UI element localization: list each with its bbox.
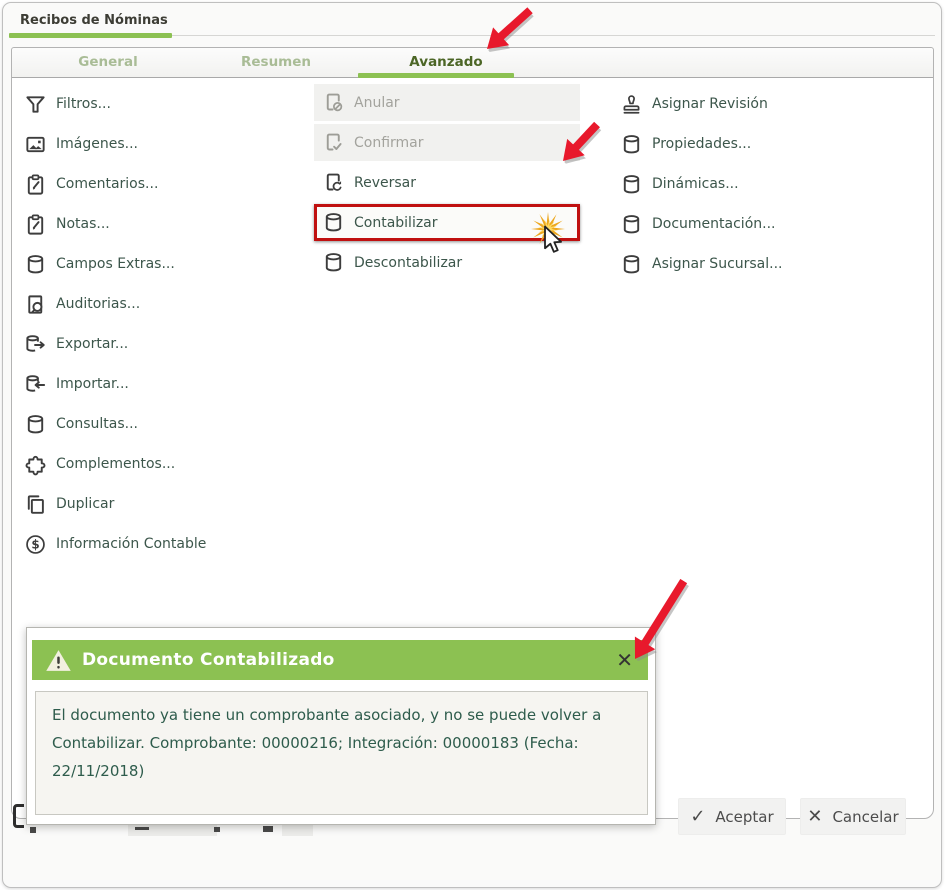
menu-item-complementos[interactable]: Complementos... (24, 444, 304, 484)
accept-button[interactable]: ✓ Aceptar (678, 798, 786, 835)
filter-icon (24, 93, 47, 116)
popup-title: Documento Contabilizado (82, 650, 335, 670)
menu-item-dinamicas[interactable]: Dinámicas... (620, 164, 930, 204)
menu-item-campos-extras[interactable]: Campos Extras... (24, 244, 304, 284)
tab-bar: General Resumen Avanzado (12, 48, 933, 78)
menu-item-filtros[interactable]: Filtros... (24, 84, 304, 124)
database-icon (620, 253, 643, 276)
menu-item-label: Dinámicas... (652, 176, 739, 192)
app-window: Recibos de Nóminas General Resumen Avanz… (2, 2, 942, 888)
menu-item-asignar-sucursal[interactable]: Asignar Sucursal... (620, 244, 930, 284)
cancel-button-label: Cancelar (832, 807, 899, 826)
warning-icon (46, 649, 71, 671)
popup-header: Documento Contabilizado ✕ (32, 640, 648, 680)
menu-item-label: Campos Extras... (56, 256, 175, 272)
popup-body: El documento ya tiene un comprobante aso… (35, 691, 648, 815)
notification-popup: Documento Contabilizado ✕ El documento y… (26, 627, 656, 825)
popup-close-button[interactable]: ✕ (613, 646, 636, 674)
menu-item-importar[interactable]: Importar... (24, 364, 304, 404)
menu-item-exportar[interactable]: Exportar... (24, 324, 304, 364)
image-icon (24, 133, 47, 156)
menu-item-label: Confirmar (354, 134, 424, 151)
check-icon: ✓ (690, 806, 706, 827)
database-icon (620, 173, 643, 196)
database-import-icon (24, 373, 47, 396)
menu-item-label: Complementos... (56, 456, 176, 472)
menu-item-consultas[interactable]: Consultas... (24, 404, 304, 444)
active-tab-underline (358, 73, 514, 78)
menu-item-label: Imágenes... (56, 136, 138, 152)
menu-item-label: Notas... (56, 216, 110, 232)
database-icon (24, 413, 47, 436)
window-title: Recibos de Nóminas (20, 13, 168, 28)
menu-item-label: Información Contable (56, 536, 207, 552)
clipboard-edit-icon (24, 213, 47, 236)
puzzle-icon (24, 453, 47, 476)
svg-text:$: $ (31, 537, 39, 551)
menu-item-label: Auditorias... (56, 296, 141, 312)
menu-item-label: Propiedades... (652, 136, 752, 152)
menu-item-label: Descontabilizar (354, 254, 463, 271)
menu-item-label: Duplicar (56, 496, 115, 512)
document-refresh-icon (322, 171, 345, 194)
document-search-icon (24, 293, 47, 316)
database-icon (322, 211, 345, 234)
menu-item-label: Exportar... (56, 336, 129, 352)
menu-item-asignar-revision[interactable]: Asignar Revisión (620, 84, 930, 124)
menu-item-descontabilizar[interactable]: Descontabilizar (314, 244, 580, 281)
menu-item-label: Contabilizar (354, 214, 438, 231)
clipboard-edit-icon (24, 173, 47, 196)
dollar-circle-icon: $ (24, 533, 47, 556)
menu-column-1: Filtros... Imágenes... Comentarios... No… (24, 84, 304, 564)
duplicate-icon (24, 493, 47, 516)
menu-item-label: Asignar Revisión (652, 96, 768, 112)
menu-item-label: Asignar Sucursal... (652, 256, 783, 272)
popup-message: El documento ya tiene un comprobante aso… (52, 706, 602, 780)
menu-item-notas[interactable]: Notas... (24, 204, 304, 244)
x-icon: ✕ (807, 806, 823, 827)
tab-resumen[interactable]: Resumen (196, 48, 356, 78)
menu-item-reversar[interactable]: Reversar (314, 164, 580, 201)
menu-item-informacion-contable[interactable]: $ Información Contable (24, 524, 304, 564)
menu-item-contabilizar[interactable]: Contabilizar (314, 204, 580, 241)
menu-item-label: Comentarios... (56, 176, 159, 192)
document-check-icon (322, 131, 345, 154)
menu-item-label: Importar... (56, 376, 129, 392)
menu-item-duplicar[interactable]: Duplicar (24, 484, 304, 524)
database-icon (620, 213, 643, 236)
menu-item-confirmar: Confirmar (314, 124, 580, 161)
database-icon (620, 133, 643, 156)
menu-item-label: Consultas... (56, 416, 138, 432)
menu-item-label: Reversar (354, 174, 416, 191)
menu-item-anular: Anular (314, 84, 580, 121)
database-icon (24, 253, 47, 276)
cancel-button[interactable]: ✕ Cancelar (800, 798, 906, 835)
menu-item-propiedades[interactable]: Propiedades... (620, 124, 930, 164)
menu-item-imagenes[interactable]: Imágenes... (24, 124, 304, 164)
title-accent-underline (9, 33, 172, 38)
stamp-icon (620, 93, 643, 116)
menu-item-label: Filtros... (56, 96, 111, 112)
menu-column-3: Asignar Revisión Propiedades... Dinámica… (620, 84, 930, 284)
document-cancel-icon (322, 91, 345, 114)
tab-general[interactable]: General (28, 48, 188, 78)
accept-button-label: Aceptar (715, 807, 774, 826)
menu-item-auditorias[interactable]: Auditorias... (24, 284, 304, 324)
menu-item-documentacion[interactable]: Documentación... (620, 204, 930, 244)
database-icon (322, 251, 345, 274)
menu-item-comentarios[interactable]: Comentarios... (24, 164, 304, 204)
menu-item-label: Anular (354, 94, 400, 111)
menu-item-label: Documentación... (652, 216, 776, 232)
database-export-icon (24, 333, 47, 356)
menu-column-2: Anular Confirmar Reversar Contabilizar D… (314, 84, 580, 284)
